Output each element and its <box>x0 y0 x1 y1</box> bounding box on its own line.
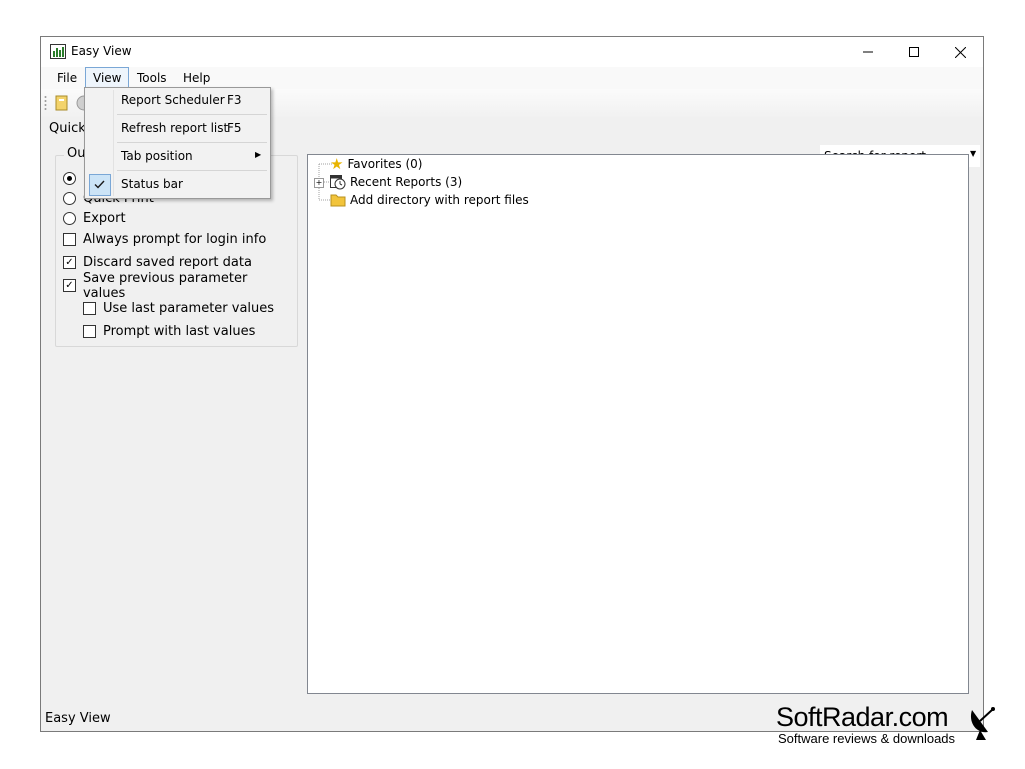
menu-item-shortcut: F5 <box>227 121 242 135</box>
toolbar-grip-icon <box>44 96 47 110</box>
menu-item-report-scheduler[interactable]: Report Scheduler F3 <box>87 88 268 112</box>
view-menu-dropdown: Report Scheduler F3 Refresh report list … <box>84 87 271 199</box>
menu-bar: File View Tools Help <box>41 67 983 89</box>
options-panel: Quick Print Export Always prompt for log… <box>45 141 301 703</box>
radio-button[interactable] <box>63 191 76 205</box>
maximize-button[interactable] <box>891 37 937 67</box>
tree-item-label: Favorites (0) <box>347 157 423 171</box>
open-report-button[interactable] <box>53 94 71 112</box>
checkbox-checked[interactable]: ✓ <box>63 279 76 292</box>
menu-file[interactable]: File <box>50 67 84 89</box>
softradar-watermark: SoftRadar.com Software reviews & downloa… <box>776 702 1016 752</box>
star-icon: ★ <box>330 155 344 173</box>
status-text: Easy View <box>45 711 111 726</box>
radio-label: Export <box>83 210 126 226</box>
checkbox[interactable] <box>83 302 96 315</box>
checkbox-prompt-last-values[interactable]: Prompt with last values <box>63 320 293 343</box>
checkbox-label: Discard saved report data <box>83 255 252 270</box>
watermark-title: SoftRadar.com <box>776 702 949 732</box>
minimize-icon <box>863 51 873 53</box>
menu-separator <box>117 170 267 171</box>
satellite-dish-icon <box>970 707 995 740</box>
menu-item-shortcut: F3 <box>227 93 242 107</box>
checkbox-label: Use last parameter values <box>103 301 275 316</box>
checkbox-checked[interactable]: ✓ <box>63 256 76 269</box>
radio-button[interactable] <box>63 211 76 225</box>
expand-toggle[interactable]: + <box>314 178 324 188</box>
menu-item-status-bar[interactable]: Status bar <box>87 172 268 196</box>
checkbox[interactable] <box>63 233 76 246</box>
tree-item-favorites[interactable]: ★ Favorites (0) <box>330 155 422 173</box>
open-report-icon <box>55 95 68 111</box>
checkbox-always-prompt-login[interactable]: Always prompt for login info <box>63 228 293 251</box>
radio-option-export[interactable]: Export <box>63 208 293 228</box>
menu-help[interactable]: Help <box>176 67 217 89</box>
menu-item-label: Refresh report list <box>121 121 229 135</box>
app-chart-icon <box>50 44 66 59</box>
checkmark-highlight <box>89 174 111 196</box>
checkbox-label: Always prompt for login info <box>83 232 267 247</box>
checkbox-save-previous-params[interactable]: ✓ Save previous parameter values <box>63 271 293 301</box>
minimize-button[interactable] <box>845 37 891 67</box>
menu-item-label: Status bar <box>121 177 183 191</box>
menu-view[interactable]: View <box>85 67 130 89</box>
recent-reports-icon <box>330 175 346 190</box>
close-icon <box>954 46 966 58</box>
checkbox-label: Save previous parameter values <box>82 270 248 301</box>
dropdown-arrow-icon[interactable]: ▼ <box>970 149 976 158</box>
report-tree: + ★ Favorites (0) Recent Reports (3) Add… <box>307 154 969 694</box>
window-title: Easy View <box>71 44 132 58</box>
menu-tools[interactable]: Tools <box>130 67 174 89</box>
menu-separator <box>117 114 267 115</box>
tab-quick[interactable]: Quick <box>49 121 86 136</box>
checkmark-icon <box>94 180 105 189</box>
checkbox[interactable] <box>83 325 96 338</box>
menu-item-tab-position[interactable]: Tab position ▶ <box>87 144 268 168</box>
tree-item-label: Recent Reports (3) <box>350 175 463 189</box>
title-bar: Easy View <box>41 37 983 67</box>
watermark-subtitle: Software reviews & downloads <box>778 731 956 746</box>
close-button[interactable] <box>937 37 983 67</box>
menu-item-label: Report Scheduler <box>121 93 225 107</box>
menu-item-refresh-report-list[interactable]: Refresh report list F5 <box>87 116 268 140</box>
maximize-icon <box>909 47 919 57</box>
folder-icon <box>330 194 346 207</box>
submenu-arrow-icon: ▶ <box>255 150 262 159</box>
radio-button-selected[interactable] <box>63 171 76 185</box>
tree-item-label: Add directory with report files <box>350 193 529 207</box>
menu-separator <box>117 142 267 143</box>
tree-item-recent-reports[interactable]: Recent Reports (3) <box>330 173 462 191</box>
checkbox-label: Prompt with last values <box>103 324 256 339</box>
tree-item-add-directory[interactable]: Add directory with report files <box>330 191 529 209</box>
menu-item-label: Tab position <box>121 149 193 163</box>
